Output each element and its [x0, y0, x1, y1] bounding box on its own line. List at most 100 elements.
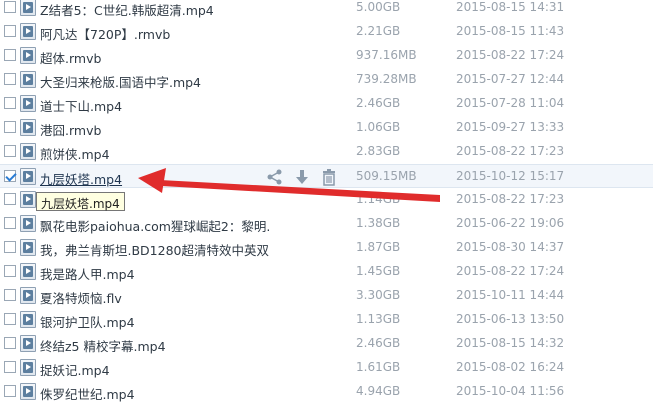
file-date: 2015-08-22 17:23 [456, 192, 565, 206]
file-row[interactable]: Z结者5：C世纪.韩版超清.mp4 5.00GB 2015-08-15 14:31 [0, 0, 653, 20]
file-date: 2015-06-22 19:06 [456, 216, 565, 230]
file-date: 2015-08-22 17:24 [456, 264, 565, 278]
video-file-icon [20, 119, 36, 136]
row-checkbox[interactable] [4, 97, 16, 109]
file-row[interactable]: 煎饼侠.mp4 2.83GB 2015-08-22 17:23 [0, 140, 653, 164]
trash-icon[interactable] [320, 168, 338, 186]
row-checkbox[interactable] [4, 49, 16, 61]
file-row[interactable]: 银河护卫队.mp4 1.13GB 2015-06-13 13:50 [0, 308, 653, 332]
file-size: 3.30GB [356, 288, 401, 302]
file-name[interactable]: 超体.rmvb [40, 48, 270, 67]
file-row[interactable]: 大圣归来枪版.国语中字.mp4 739.28MB 2015-07-27 12:44 [0, 68, 653, 92]
video-file-icon [20, 71, 36, 88]
file-size: 2.21GB [356, 24, 401, 38]
row-checkbox[interactable] [4, 121, 16, 133]
file-date: 2015-06-13 13:50 [456, 312, 565, 326]
video-file-icon [20, 383, 36, 400]
video-file-icon [20, 0, 36, 16]
video-file-icon [20, 168, 36, 185]
file-size: 937.16MB [356, 48, 417, 62]
file-name[interactable]: 夏洛特烦恼.flv [40, 288, 270, 307]
file-size: 1.38GB [356, 216, 401, 230]
file-name[interactable]: Z结者5：C世纪.韩版超清.mp4 [40, 0, 270, 19]
video-file-icon [20, 215, 36, 232]
file-row[interactable]: 夏洛特烦恼.flv 3.30GB 2015-10-11 14:44 [0, 284, 653, 308]
file-name[interactable]: 九层妖塔.mp4 [40, 169, 270, 188]
file-name[interactable]: 我是路人甲.mp4 [40, 264, 270, 283]
file-row[interactable]: 超体.rmvb 937.16MB 2015-08-22 17:24 [0, 44, 653, 68]
file-size: 2.46GB [356, 96, 401, 110]
video-file-icon [20, 47, 36, 64]
row-checkbox[interactable] [4, 73, 16, 85]
share-icon[interactable] [266, 168, 284, 186]
row-checkbox[interactable] [4, 170, 16, 182]
file-date: 2015-08-15 11:43 [456, 24, 565, 38]
file-row[interactable]: 侏罗纪世纪.mp4 4.94GB 2015-10-04 11:56 [0, 380, 653, 404]
video-file-icon [20, 263, 36, 280]
file-size: 1.06GB [356, 120, 401, 134]
file-row[interactable]: 飘花电影paiohua.com猩球崛起2：黎明... 1.38GB 2015-06-… [0, 212, 653, 236]
file-name[interactable]: 捉妖记.mp4 [40, 360, 270, 379]
file-name[interactable]: 侏罗纪世纪.mp4 [40, 384, 270, 403]
file-name[interactable]: 银河护卫队.mp4 [40, 312, 270, 331]
video-file-icon [20, 335, 36, 352]
video-file-icon [20, 287, 36, 304]
file-date: 2015-08-22 17:24 [456, 48, 565, 62]
video-file-icon [20, 239, 36, 256]
file-name[interactable]: 道士下山.mp4 [40, 96, 270, 115]
file-name[interactable]: 终结z5 精校字幕.mp4 [40, 336, 270, 355]
row-checkbox[interactable] [4, 193, 16, 205]
row-checkbox[interactable] [4, 385, 16, 397]
file-date: 2015-10-12 15:17 [456, 169, 565, 183]
row-checkbox[interactable] [4, 337, 16, 349]
file-size: 2.83GB [356, 144, 401, 158]
row-checkbox[interactable] [4, 265, 16, 277]
file-date: 2015-08-22 17:23 [456, 144, 565, 158]
file-date: 2015-07-27 12:44 [456, 72, 565, 86]
row-checkbox[interactable] [4, 217, 16, 229]
file-date: 2015-08-15 14:32 [456, 336, 565, 350]
file-row[interactable]: 九层妖塔.mp4 509.15MB 2015-10-12 15:17 [0, 164, 653, 188]
file-name[interactable]: 我，弗兰肯斯坦.BD1280超清特效中英双... [40, 240, 270, 259]
row-checkbox[interactable] [4, 145, 16, 157]
file-size: 739.28MB [356, 72, 417, 86]
file-row[interactable]: 捉妖记.mp4 1.61GB 2015-08-02 16:24 [0, 356, 653, 380]
file-name[interactable]: 港囧.rmvb [40, 120, 270, 139]
file-date: 2015-08-02 16:24 [456, 360, 565, 374]
file-row[interactable]: 道士下山.mp4 2.46GB 2015-07-28 11:04 [0, 92, 653, 116]
video-file-icon [20, 191, 36, 208]
row-checkbox[interactable] [4, 361, 16, 373]
file-size: 1.61GB [356, 360, 401, 374]
download-icon[interactable] [293, 168, 311, 186]
file-date: 2015-09-27 13:33 [456, 120, 565, 134]
file-date: 2015-10-04 11:56 [456, 384, 565, 398]
row-checkbox[interactable] [4, 313, 16, 325]
file-row[interactable]: 我，弗兰肯斯坦.BD1280超清特效中英双... 1.87GB 2015-08-30… [0, 236, 653, 260]
video-file-icon [20, 359, 36, 376]
file-row[interactable]: 终结z5 精校字幕.mp4 2.46GB 2015-08-15 14:32 [0, 332, 653, 356]
video-file-icon [20, 311, 36, 328]
row-checkbox[interactable] [4, 1, 16, 13]
row-checkbox[interactable] [4, 241, 16, 253]
row-checkbox[interactable] [4, 289, 16, 301]
file-date: 2015-08-15 14:31 [456, 0, 565, 14]
video-file-icon [20, 143, 36, 160]
file-date: 2015-10-11 14:44 [456, 288, 565, 302]
file-date: 2015-07-28 11:04 [456, 96, 565, 110]
filename-tooltip: 九层妖塔.mp4 [36, 192, 125, 211]
row-checkbox[interactable] [4, 25, 16, 37]
file-row[interactable]: 港囧.rmvb 1.06GB 2015-09-27 13:33 [0, 116, 653, 140]
file-size: 1.14GB [356, 192, 401, 206]
file-row[interactable]: 阿凡达【720P】.rmvb 2.21GB 2015-08-15 11:43 [0, 20, 653, 44]
file-name[interactable]: 阿凡达【720P】.rmvb [40, 24, 270, 43]
file-row[interactable]: 我是路人甲.mp4 1.45GB 2015-08-22 17:24 [0, 260, 653, 284]
file-name[interactable]: 煎饼侠.mp4 [40, 144, 270, 163]
file-size: 4.94GB [356, 384, 401, 398]
file-name[interactable]: 大圣归来枪版.国语中字.mp4 [40, 72, 270, 91]
video-file-icon [20, 95, 36, 112]
file-size: 5.00GB [356, 0, 401, 14]
file-size: 1.13GB [356, 312, 401, 326]
file-name[interactable]: 飘花电影paiohua.com猩球崛起2：黎明... [40, 216, 270, 235]
video-file-icon [20, 23, 36, 40]
file-size: 509.15MB [356, 169, 417, 183]
